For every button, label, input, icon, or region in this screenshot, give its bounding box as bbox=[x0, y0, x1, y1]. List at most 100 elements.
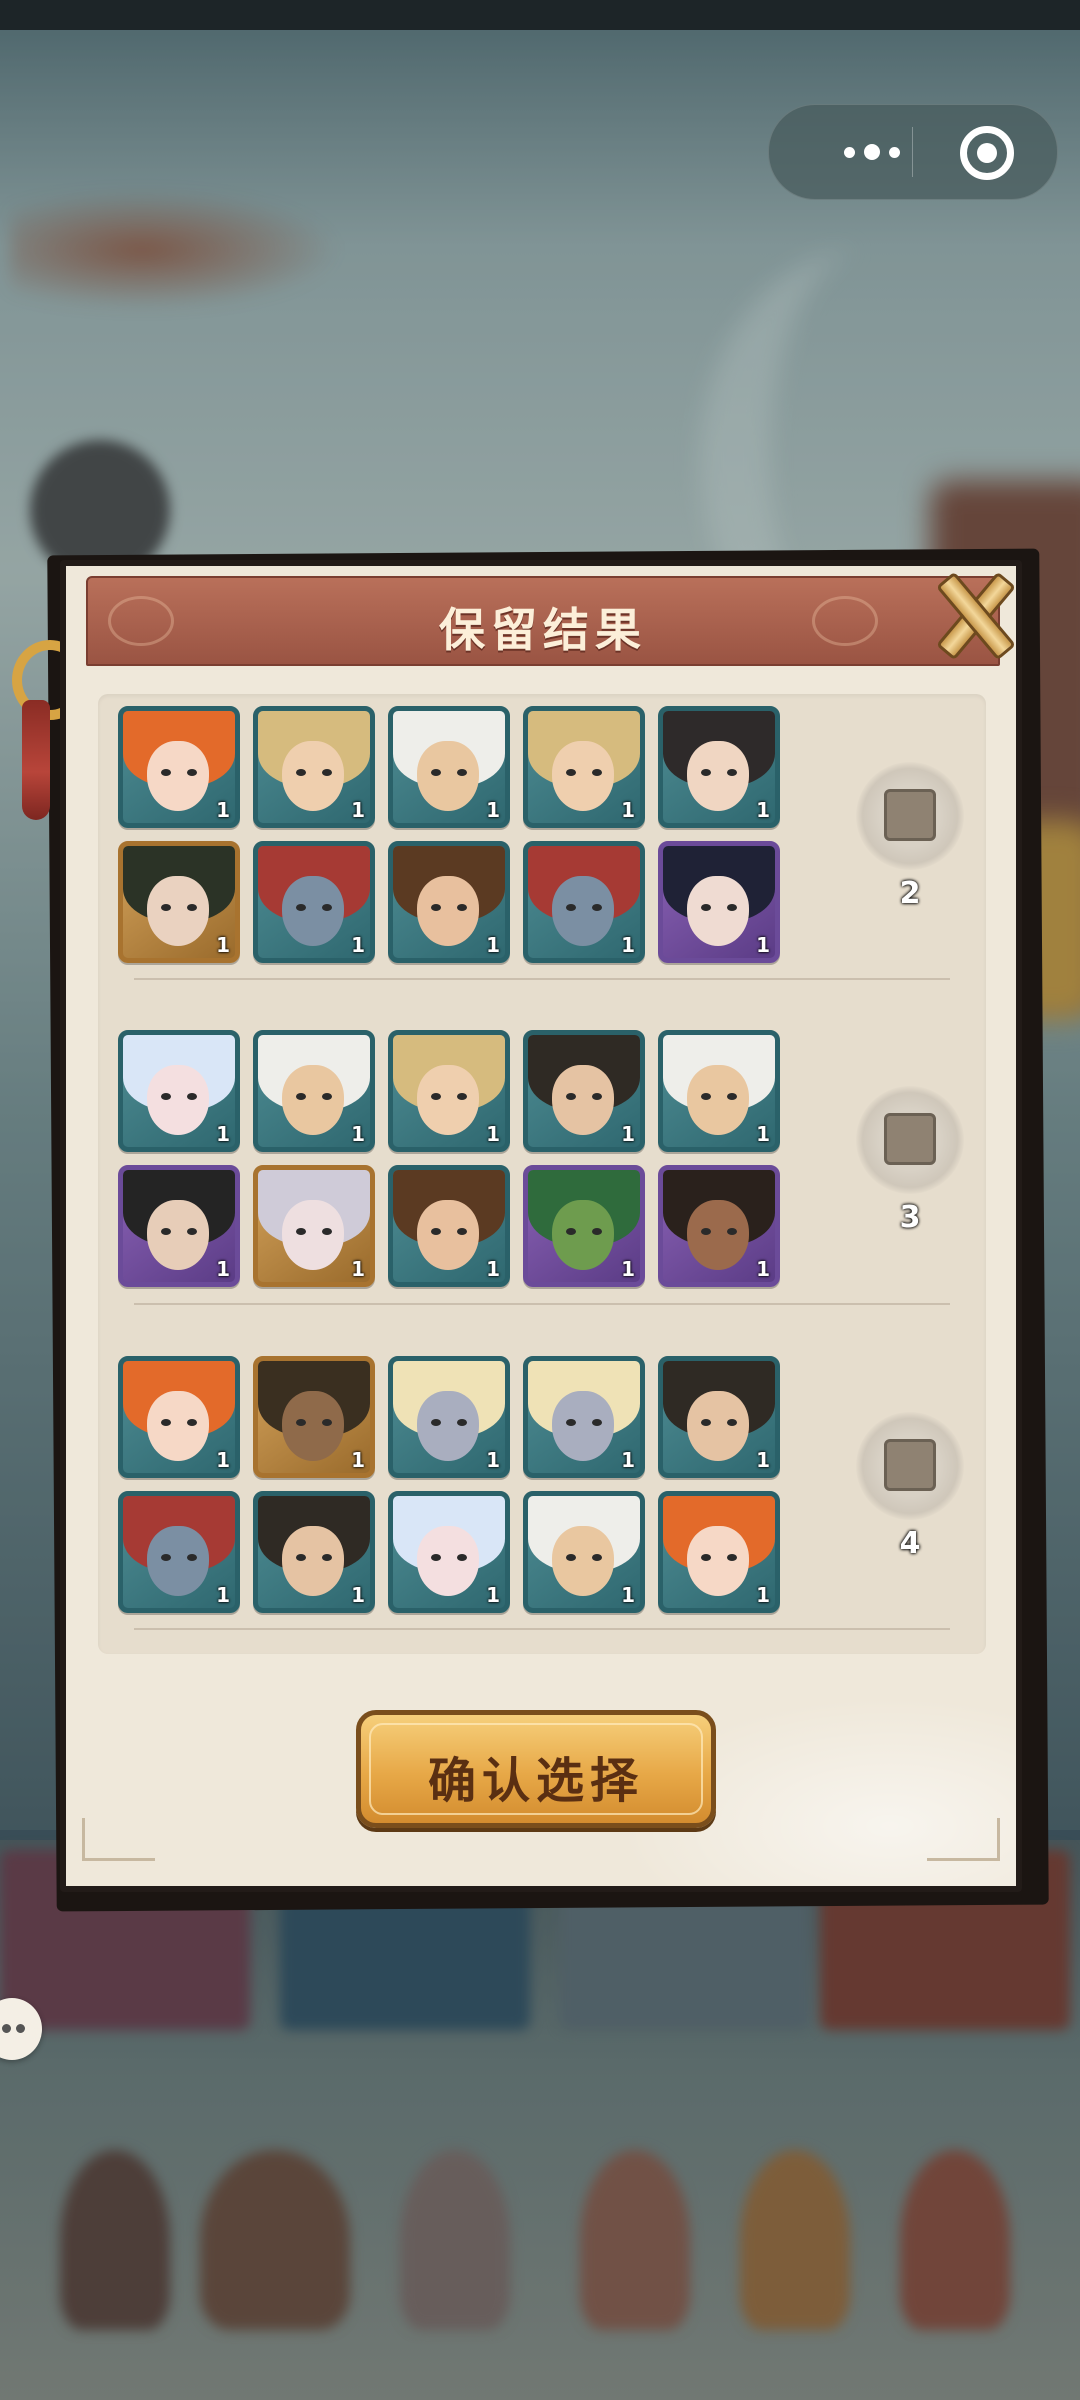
hero-face bbox=[687, 1200, 749, 1270]
hero-eye bbox=[727, 769, 737, 776]
hero-count: 1 bbox=[756, 798, 770, 822]
hero-portrait: 1 bbox=[253, 706, 375, 828]
hero-count: 1 bbox=[351, 1583, 365, 1607]
divider bbox=[134, 978, 950, 980]
tassel-icon bbox=[22, 700, 50, 820]
group-number: 3 bbox=[899, 1200, 921, 1235]
hero-face bbox=[552, 741, 614, 811]
hero-face bbox=[417, 1065, 479, 1135]
hero-count: 1 bbox=[216, 798, 230, 822]
hero-eye bbox=[296, 1228, 306, 1235]
checkbox-box[interactable] bbox=[884, 789, 936, 841]
hero-eye bbox=[592, 1093, 602, 1100]
close-x-icon[interactable] bbox=[924, 562, 1020, 658]
hero-portrait: 1 bbox=[118, 841, 240, 963]
hero-eye bbox=[701, 1554, 711, 1561]
group-checkbox[interactable] bbox=[856, 1086, 964, 1194]
hero-portrait: 1 bbox=[118, 1491, 240, 1613]
hero-count: 1 bbox=[486, 798, 500, 822]
hero-count: 1 bbox=[351, 1122, 365, 1146]
hero-eye bbox=[322, 1554, 332, 1561]
hero-face bbox=[147, 1200, 209, 1270]
hero-eye bbox=[322, 1093, 332, 1100]
more-dots-icon[interactable] bbox=[807, 132, 937, 172]
hero-count: 1 bbox=[216, 1257, 230, 1281]
hero-portrait: 1 bbox=[523, 706, 645, 828]
hero-eye bbox=[322, 904, 332, 911]
confirm-selection-button[interactable]: 确认选择 bbox=[356, 1710, 716, 1828]
hero-portrait: 1 bbox=[253, 1491, 375, 1613]
mini-program-capsule bbox=[768, 104, 1058, 200]
hero-count: 1 bbox=[621, 1122, 635, 1146]
hero-count: 1 bbox=[216, 1448, 230, 1472]
hero-grid: 1 1 1 1 1 1 1 1 1 1 bbox=[118, 1356, 780, 1613]
hero-portrait: 1 bbox=[388, 1030, 510, 1152]
hero-count: 1 bbox=[621, 798, 635, 822]
hero-eye bbox=[592, 904, 602, 911]
hero-eye bbox=[592, 1419, 602, 1426]
checkbox-box[interactable] bbox=[884, 1113, 936, 1165]
hero-face bbox=[417, 1200, 479, 1270]
hero-eye bbox=[457, 904, 467, 911]
hero-portrait: 1 bbox=[118, 1356, 240, 1478]
hero-portrait: 1 bbox=[658, 841, 780, 963]
hero-eye bbox=[431, 1419, 441, 1426]
hero-count: 1 bbox=[621, 1583, 635, 1607]
hero-eye bbox=[322, 1228, 332, 1235]
hero-face bbox=[282, 1526, 344, 1596]
dialog-title: 保留结果 bbox=[439, 603, 647, 657]
hero-eye bbox=[592, 769, 602, 776]
divider bbox=[134, 1303, 950, 1305]
hero-face bbox=[417, 1526, 479, 1596]
hero-face bbox=[552, 1200, 614, 1270]
checkbox-box[interactable] bbox=[884, 1439, 936, 1491]
result-group-4: 1 1 1 1 1 1 1 1 1 1 4 bbox=[98, 1356, 986, 1656]
hero-eye bbox=[701, 904, 711, 911]
hero-eye bbox=[701, 1228, 711, 1235]
groups-panel: 1 1 1 1 1 1 1 1 1 1 2 1 1 1 1 1 1 1 1 1 1 3 1 1 1 1 1 1 1 1 1 1 4 bbox=[98, 694, 986, 1654]
hero-count: 1 bbox=[486, 933, 500, 957]
hero-eye bbox=[457, 1093, 467, 1100]
hero-portrait: 1 bbox=[658, 1356, 780, 1478]
hero-eye bbox=[161, 769, 171, 776]
hero-count: 1 bbox=[756, 1122, 770, 1146]
dialog-header: 保留结果 bbox=[86, 576, 1000, 666]
hero-face bbox=[552, 1526, 614, 1596]
hero-portrait: 1 bbox=[253, 1165, 375, 1287]
hero-face bbox=[417, 741, 479, 811]
hero-count: 1 bbox=[216, 1122, 230, 1146]
hero-face bbox=[147, 1391, 209, 1461]
hero-eye bbox=[727, 1419, 737, 1426]
hero-portrait: 1 bbox=[523, 1491, 645, 1613]
record-circle-icon[interactable] bbox=[960, 126, 1014, 180]
hero-count: 1 bbox=[351, 933, 365, 957]
hero-eye bbox=[187, 1419, 197, 1426]
group-checkbox[interactable] bbox=[856, 1412, 964, 1520]
group-checkbox[interactable] bbox=[856, 762, 964, 870]
hero-eye bbox=[161, 1228, 171, 1235]
hero-count: 1 bbox=[351, 1448, 365, 1472]
hero-portrait: 1 bbox=[658, 1165, 780, 1287]
hero-eye bbox=[322, 769, 332, 776]
hero-eye bbox=[187, 1554, 197, 1561]
hero-face bbox=[147, 876, 209, 946]
hero-face bbox=[687, 1065, 749, 1135]
hero-face bbox=[417, 876, 479, 946]
hero-count: 1 bbox=[756, 1583, 770, 1607]
hero-portrait: 1 bbox=[253, 841, 375, 963]
hero-eye bbox=[187, 769, 197, 776]
hero-face bbox=[147, 741, 209, 811]
hero-face bbox=[552, 1065, 614, 1135]
corner-ornament-left bbox=[82, 1818, 155, 1861]
hero-eye bbox=[296, 1419, 306, 1426]
hero-eye bbox=[431, 769, 441, 776]
hero-face bbox=[282, 876, 344, 946]
hero-eye bbox=[701, 769, 711, 776]
hero-eye bbox=[431, 1093, 441, 1100]
hero-face bbox=[282, 1065, 344, 1135]
hero-portrait: 1 bbox=[523, 841, 645, 963]
hero-eye bbox=[727, 1093, 737, 1100]
hero-grid: 1 1 1 1 1 1 1 1 1 1 bbox=[118, 1030, 780, 1287]
hero-eye bbox=[431, 1554, 441, 1561]
hero-portrait: 1 bbox=[118, 706, 240, 828]
